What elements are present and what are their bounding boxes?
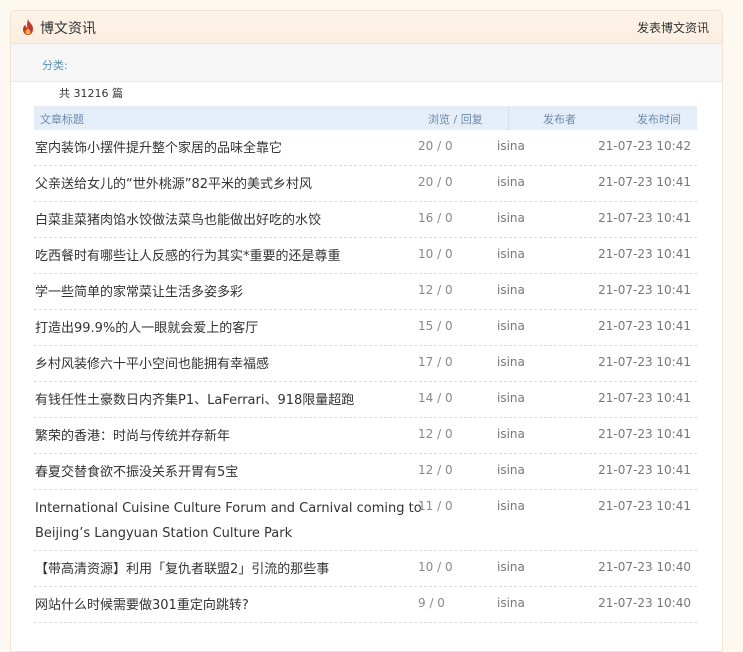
author-link[interactable]: isina [497,319,525,333]
views-replies: 17 / 0 [418,355,453,369]
publish-time: 21-07-23 10:41 [598,283,691,297]
article-title-link[interactable]: 繁荣的香港：时尚与传统并存新年 [35,424,425,449]
article-title-link[interactable]: 吃西餐时有哪些让人反感的行为其实*重要的还是尊重 [35,244,425,269]
author-link[interactable]: isina [497,391,525,405]
publish-time: 21-07-23 10:41 [598,175,691,189]
views-replies: 20 / 0 [418,139,453,153]
article-title-link[interactable]: 学一些简单的家常菜让生活多姿多彩 [35,280,425,305]
category-label: 分类: [42,59,68,72]
views-replies: 15 / 0 [418,319,453,333]
column-author: 发布者 [543,113,576,126]
page-title: 博文资讯 [40,21,96,37]
category-filter-bar: 分类: [11,44,722,82]
publish-time: 21-07-23 10:41 [598,319,691,333]
publish-time: 21-07-23 10:40 [598,596,691,610]
author-link[interactable]: isina [497,283,525,297]
article-title-link[interactable]: 【带高清资源】利用「复仇者联盟2」引流的那些事 [35,557,425,582]
publish-time: 21-07-23 10:41 [598,463,691,477]
column-time: 发布时间 [637,113,681,126]
column-divider [508,106,509,130]
publish-time: 21-07-23 10:41 [598,211,691,225]
author-link[interactable]: isina [497,139,525,153]
table-row: 打造出99.9%的人一眼就会爱上的客厅 15 / 0 isina 21-07-2… [34,310,697,346]
article-title-link[interactable]: International Cuisine Culture Forum and … [35,496,425,546]
author-link[interactable]: isina [497,355,525,369]
article-title-link[interactable]: 有钱任性土豪数日内齐集P1、LaFerrari、918限量超跑 [35,388,425,413]
table-row: 春夏交替食欲不振没关系开胃有5宝 12 / 0 isina 21-07-23 1… [34,454,697,490]
views-replies: 10 / 0 [418,560,453,574]
table-row: 室内装饰小摆件提升整个家居的品味全靠它 20 / 0 isina 21-07-2… [34,130,697,166]
views-replies: 11 / 0 [418,499,453,513]
publish-time: 21-07-23 10:40 [598,560,691,574]
author-link[interactable]: isina [497,211,525,225]
article-title-link[interactable]: 春夏交替食欲不振没关系开胃有5宝 [35,460,425,485]
views-replies: 16 / 0 [418,211,453,225]
author-link[interactable]: isina [497,596,525,610]
table-row: 【带高清资源】利用「复仇者联盟2」引流的那些事 10 / 0 isina 21-… [34,551,697,587]
publish-time: 21-07-23 10:41 [598,427,691,441]
panel-header: 博文资讯 发表博文资讯 [11,11,722,44]
publish-time: 21-07-23 10:41 [598,391,691,405]
table-row: 有钱任性土豪数日内齐集P1、LaFerrari、918限量超跑 14 / 0 i… [34,382,697,418]
table-row: 吃西餐时有哪些让人反感的行为其实*重要的还是尊重 10 / 0 isina 21… [34,238,697,274]
article-list: 室内装饰小摆件提升整个家居的品味全靠它 20 / 0 isina 21-07-2… [34,130,697,623]
article-title-link[interactable]: 乡村风装修六十平小空间也能拥有幸福感 [35,352,425,377]
article-title-link[interactable]: 父亲送给女儿的“世外桃源”82平米的美式乡村风 [35,172,425,197]
publish-time: 21-07-23 10:41 [598,499,691,513]
column-views-replies: 浏览 / 回复 [428,113,483,126]
views-replies: 12 / 0 [418,283,453,297]
views-replies: 12 / 0 [418,463,453,477]
author-link[interactable]: isina [497,463,525,477]
views-replies: 20 / 0 [418,175,453,189]
table-row: 父亲送给女儿的“世外桃源”82平米的美式乡村风 20 / 0 isina 21-… [34,166,697,202]
views-replies: 14 / 0 [418,391,453,405]
table-row: International Cuisine Culture Forum and … [34,490,697,551]
views-replies: 10 / 0 [418,247,453,261]
flame-icon [23,19,33,35]
publish-time: 21-07-23 10:42 [598,139,691,153]
table-row: 网站什么时候需要做301重定向跳转? 9 / 0 isina 21-07-23 … [34,587,697,623]
table-row: 繁荣的香港：时尚与传统并存新年 12 / 0 isina 21-07-23 10… [34,418,697,454]
table-header: 文章标题 浏览 / 回复 发布者 发布时间 [34,106,697,130]
publish-time: 21-07-23 10:41 [598,355,691,369]
author-link[interactable]: isina [497,247,525,261]
author-link[interactable]: isina [497,560,525,574]
table-row: 白菜韭菜猪肉馅水饺做法菜鸟也能做出好吃的水饺 16 / 0 isina 21-0… [34,202,697,238]
publish-time: 21-07-23 10:41 [598,247,691,261]
author-link[interactable]: isina [497,175,525,189]
table-row: 乡村风装修六十平小空间也能拥有幸福感 17 / 0 isina 21-07-23… [34,346,697,382]
table-row: 学一些简单的家常菜让生活多姿多彩 12 / 0 isina 21-07-23 1… [34,274,697,310]
article-title-link[interactable]: 打造出99.9%的人一眼就会爱上的客厅 [35,316,425,341]
article-title-link[interactable]: 白菜韭菜猪肉馅水饺做法菜鸟也能做出好吃的水饺 [35,208,425,233]
total-count: 共 31216 篇 [59,87,123,100]
author-link[interactable]: isina [497,427,525,441]
article-title-link[interactable]: 室内装饰小摆件提升整个家居的品味全靠它 [35,136,425,161]
views-replies: 9 / 0 [418,596,445,610]
post-article-link[interactable]: 发表博文资讯 [637,19,709,36]
author-link[interactable]: isina [497,499,525,513]
column-title: 文章标题 [40,113,84,126]
views-replies: 12 / 0 [418,427,453,441]
article-title-link[interactable]: 网站什么时候需要做301重定向跳转? [35,593,425,618]
